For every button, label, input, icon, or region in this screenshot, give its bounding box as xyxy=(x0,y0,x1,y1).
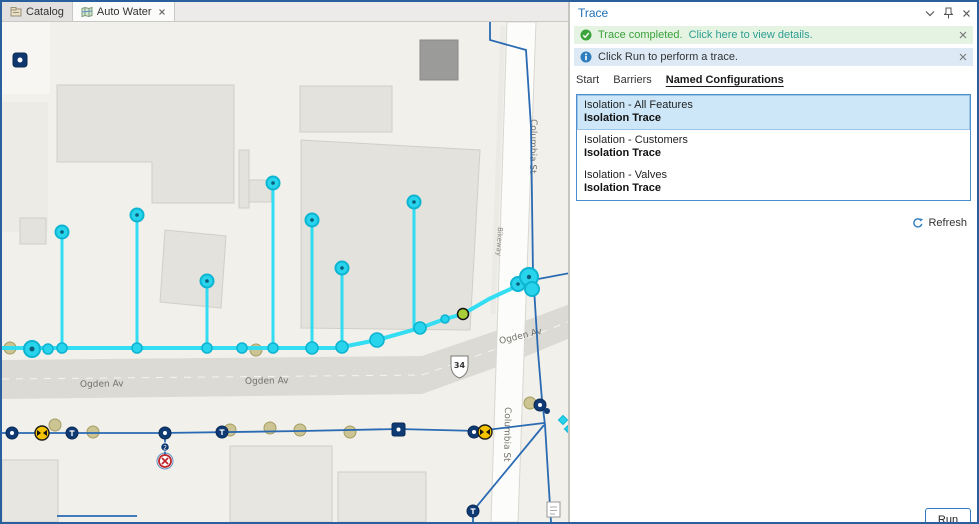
tab-auto-water[interactable]: Auto Water xyxy=(72,2,175,21)
hydrant-node[interactable] xyxy=(54,224,70,240)
chevron-down-icon[interactable] xyxy=(925,10,935,17)
config-name: Isolation - Valves xyxy=(584,169,667,181)
pin-icon[interactable] xyxy=(944,7,953,19)
success-check-icon xyxy=(580,29,592,41)
fitting-symbol[interactable] xyxy=(215,425,229,439)
named-configurations-list: Isolation - All Features Isolation Trace… xyxy=(576,94,971,201)
map-icon xyxy=(81,6,93,17)
closed-valve-symbol[interactable] xyxy=(156,452,174,470)
catalog-icon xyxy=(10,6,22,16)
tab-auto-water-label: Auto Water xyxy=(96,5,152,18)
hydrant-node[interactable] xyxy=(265,175,281,191)
config-type: Isolation Trace xyxy=(584,182,662,194)
trace-panel-header: Trace xyxy=(570,2,977,24)
hydrant-node[interactable] xyxy=(334,260,350,276)
list-item-isolation-all-features[interactable]: Isolation - All Features Isolation Trace xyxy=(577,95,970,130)
svg-text:34: 34 xyxy=(454,361,466,370)
tab-close-icon[interactable] xyxy=(158,8,166,16)
gate-valve-symbol[interactable] xyxy=(477,424,493,440)
view-tab-bar: Catalog Auto Water xyxy=(2,2,568,22)
refresh-control[interactable]: Refresh xyxy=(580,217,967,229)
road-label-ogden-2: Ogden Av xyxy=(245,376,289,387)
config-type: Isolation Trace xyxy=(584,112,662,124)
refresh-icon xyxy=(913,218,924,228)
count-badge: 2 xyxy=(160,442,170,452)
fitting-symbol[interactable] xyxy=(65,426,79,440)
fitting-symbol[interactable] xyxy=(466,504,480,518)
map-note-icon[interactable] xyxy=(546,501,561,518)
click-run-text: Click Run to perform a trace. xyxy=(598,51,738,63)
refresh-label: Refresh xyxy=(928,217,967,229)
trace-panel: Trace Trace completed. Click here to vie… xyxy=(570,2,977,522)
trace-completed-text: Trace completed. xyxy=(598,29,683,41)
panel-title: Trace xyxy=(578,6,609,20)
device-symbol[interactable] xyxy=(12,52,28,68)
device-symbol[interactable] xyxy=(391,422,406,437)
hydrant-node[interactable] xyxy=(129,207,145,223)
hydrant-node[interactable] xyxy=(304,212,320,228)
tab-catalog[interactable]: Catalog xyxy=(2,2,73,21)
tab-start[interactable]: Start xyxy=(576,74,599,89)
run-button[interactable]: Run xyxy=(925,508,971,522)
hydrant-node[interactable] xyxy=(406,194,422,210)
hydrant-node[interactable] xyxy=(199,273,215,289)
config-type: Isolation Trace xyxy=(584,147,662,159)
map-canvas[interactable]: Ogden Av Ogden Av Ogden Av Columbia St C… xyxy=(2,22,568,522)
view-details-link[interactable]: Click here to view details. xyxy=(689,29,813,41)
fitting-symbol[interactable] xyxy=(158,426,172,440)
info-icon xyxy=(580,51,592,63)
trace-success-banner: Trace completed. Click here to view deta… xyxy=(574,26,973,44)
tab-barriers[interactable]: Barriers xyxy=(613,74,652,89)
road-label-columbia-1: Columbia St xyxy=(527,119,538,174)
map-pane: Catalog Auto Water Ogden Av Ogden Av Ogd… xyxy=(2,2,570,522)
tab-named-configurations[interactable]: Named Configurations xyxy=(666,74,784,89)
fitting-badge xyxy=(544,408,550,414)
list-item-isolation-valves[interactable]: Isolation - Valves Isolation Trace xyxy=(577,165,970,200)
dismiss-success-icon[interactable] xyxy=(959,31,967,39)
road-label-columbia-2: Columbia St xyxy=(501,407,512,462)
dismiss-info-icon[interactable] xyxy=(959,53,967,61)
parcel xyxy=(2,102,48,232)
tab-catalog-label: Catalog xyxy=(26,5,64,18)
fitting-symbol[interactable] xyxy=(5,426,19,440)
config-name: Isolation - Customers xyxy=(584,134,688,146)
fitting-symbol[interactable] xyxy=(533,398,547,412)
trace-subtabs: Start Barriers Named Configurations xyxy=(576,74,971,89)
road-label-ogden-1: Ogden Av xyxy=(80,379,124,390)
arcgis-pro-window: Catalog Auto Water Ogden Av Ogden Av Ogd… xyxy=(0,0,979,524)
road-label-bikeway: Bikeway xyxy=(494,227,504,256)
gate-valve-symbol[interactable] xyxy=(34,425,50,441)
trace-start-point[interactable] xyxy=(456,307,470,321)
config-name: Isolation - All Features xyxy=(584,99,693,111)
trace-info-banner: Click Run to perform a trace. xyxy=(574,48,973,66)
list-item-isolation-customers[interactable]: Isolation - Customers Isolation Trace xyxy=(577,130,970,165)
svg-text:2: 2 xyxy=(163,445,167,452)
close-icon[interactable] xyxy=(962,9,971,18)
